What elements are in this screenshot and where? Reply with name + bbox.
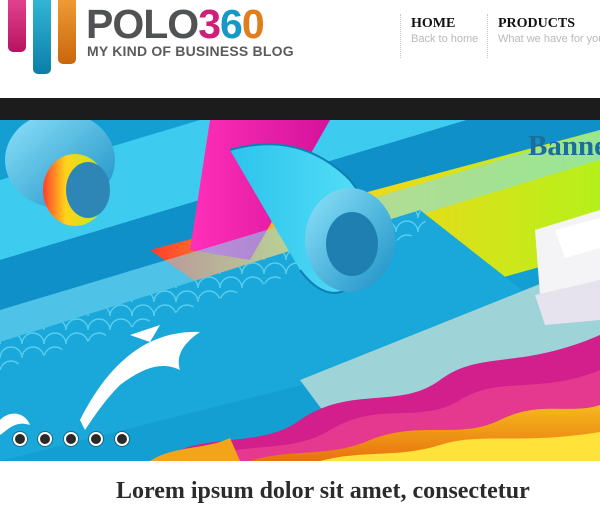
slider-dot-4[interactable] — [89, 432, 104, 446]
slider-dot-1[interactable] — [13, 432, 27, 446]
banner-slider[interactable]: Banner — [0, 120, 600, 461]
logo-bar-magenta — [8, 0, 26, 52]
post-title[interactable]: Lorem ipsum dolor sit amet, consectetur — [116, 478, 600, 505]
logo-digit: 3 — [198, 1, 221, 47]
logo-wordmark[interactable]: POLO360 — [86, 1, 265, 47]
banner-illustration — [0, 120, 600, 461]
nav-item-products[interactable]: PRODUCTS What we have for you — [487, 14, 600, 58]
nav-item-sublabel: Back to home — [411, 33, 479, 45]
logo-bar-blue — [33, 0, 51, 74]
logo-mark[interactable] — [8, 0, 80, 76]
nav-item-label: PRODUCTS — [498, 16, 576, 31]
header-divider-bar — [0, 98, 600, 120]
slider-pagination — [13, 432, 136, 448]
logo-word-main: POLO — [86, 1, 199, 47]
banner-title: Banner — [528, 130, 600, 162]
slider-dot-3[interactable] — [63, 432, 78, 446]
nav-item-home[interactable]: HOME Back to home — [400, 14, 487, 58]
nav-item-label: HOME — [411, 16, 456, 31]
logo-bar-orange — [58, 0, 76, 64]
logo-digit: 0 — [241, 1, 265, 47]
logo-digit: 6 — [220, 1, 243, 47]
slider-dot-2[interactable] — [38, 432, 53, 446]
nav-item-sublabel: What we have for you — [498, 33, 600, 45]
logo-tagline: MY KIND OF BUSINESS BLOG — [87, 43, 294, 59]
slider-dot-5[interactable] — [114, 432, 129, 446]
